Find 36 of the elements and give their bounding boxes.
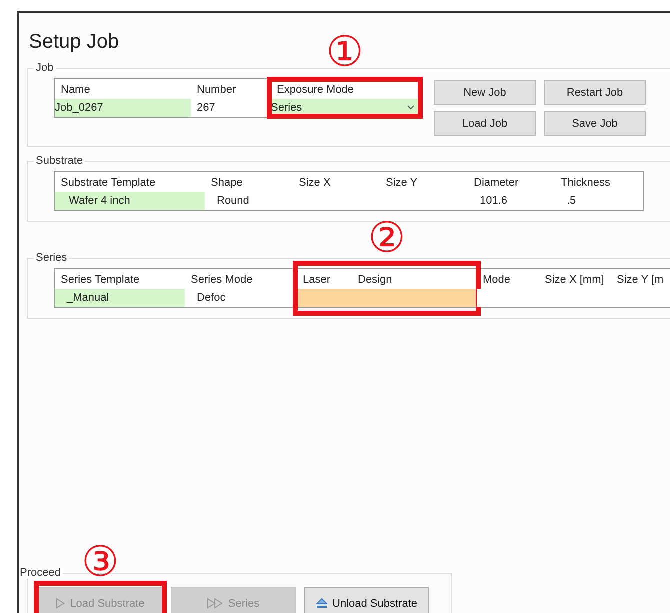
eject-icon	[316, 598, 328, 609]
group-label: Series	[35, 252, 68, 264]
annotation-number: ②	[368, 217, 406, 259]
column-header: Diameter	[473, 176, 520, 191]
column-header: Shape	[210, 176, 244, 191]
button[interactable]: Restart Job	[544, 80, 646, 105]
column-header: Size X [mm]	[544, 273, 606, 288]
column-header: Series Mode	[190, 273, 254, 288]
column-header: Mode	[482, 273, 512, 288]
column-header: Number	[196, 83, 238, 98]
column-header: Size X	[298, 176, 332, 191]
group-label: Substrate	[35, 155, 84, 167]
table-cell: Job_0267	[55, 99, 191, 117]
group-label: Job	[35, 62, 55, 74]
button[interactable]: Save Job	[544, 111, 646, 136]
column-header: Name	[60, 83, 92, 98]
column-header: Series Template	[60, 273, 141, 288]
column-header: Laser	[302, 273, 332, 288]
column-header: Substrate Template	[60, 176, 157, 191]
column-header: Size Y [m	[616, 273, 665, 288]
column-header: Design	[357, 273, 394, 288]
group-label: Proceed	[19, 567, 62, 579]
button[interactable]: Load Job	[434, 111, 536, 136]
column-header: Size Y	[385, 176, 419, 191]
annotation-number: ③	[82, 541, 120, 583]
column-header: Exposure Mode	[276, 83, 356, 98]
window-title: Setup Job	[29, 31, 120, 54]
table-cell: _Manual	[55, 289, 185, 307]
double-play-icon	[207, 598, 224, 609]
column-header: Thickness	[560, 176, 612, 191]
button[interactable]: Unload Substrate	[304, 587, 429, 613]
play-icon	[56, 598, 66, 609]
caret-icon	[407, 105, 415, 111]
table-cell: Wafer 4 inch	[55, 192, 205, 210]
annotation-number: ①	[326, 31, 364, 73]
button[interactable]: New Job	[434, 80, 536, 105]
